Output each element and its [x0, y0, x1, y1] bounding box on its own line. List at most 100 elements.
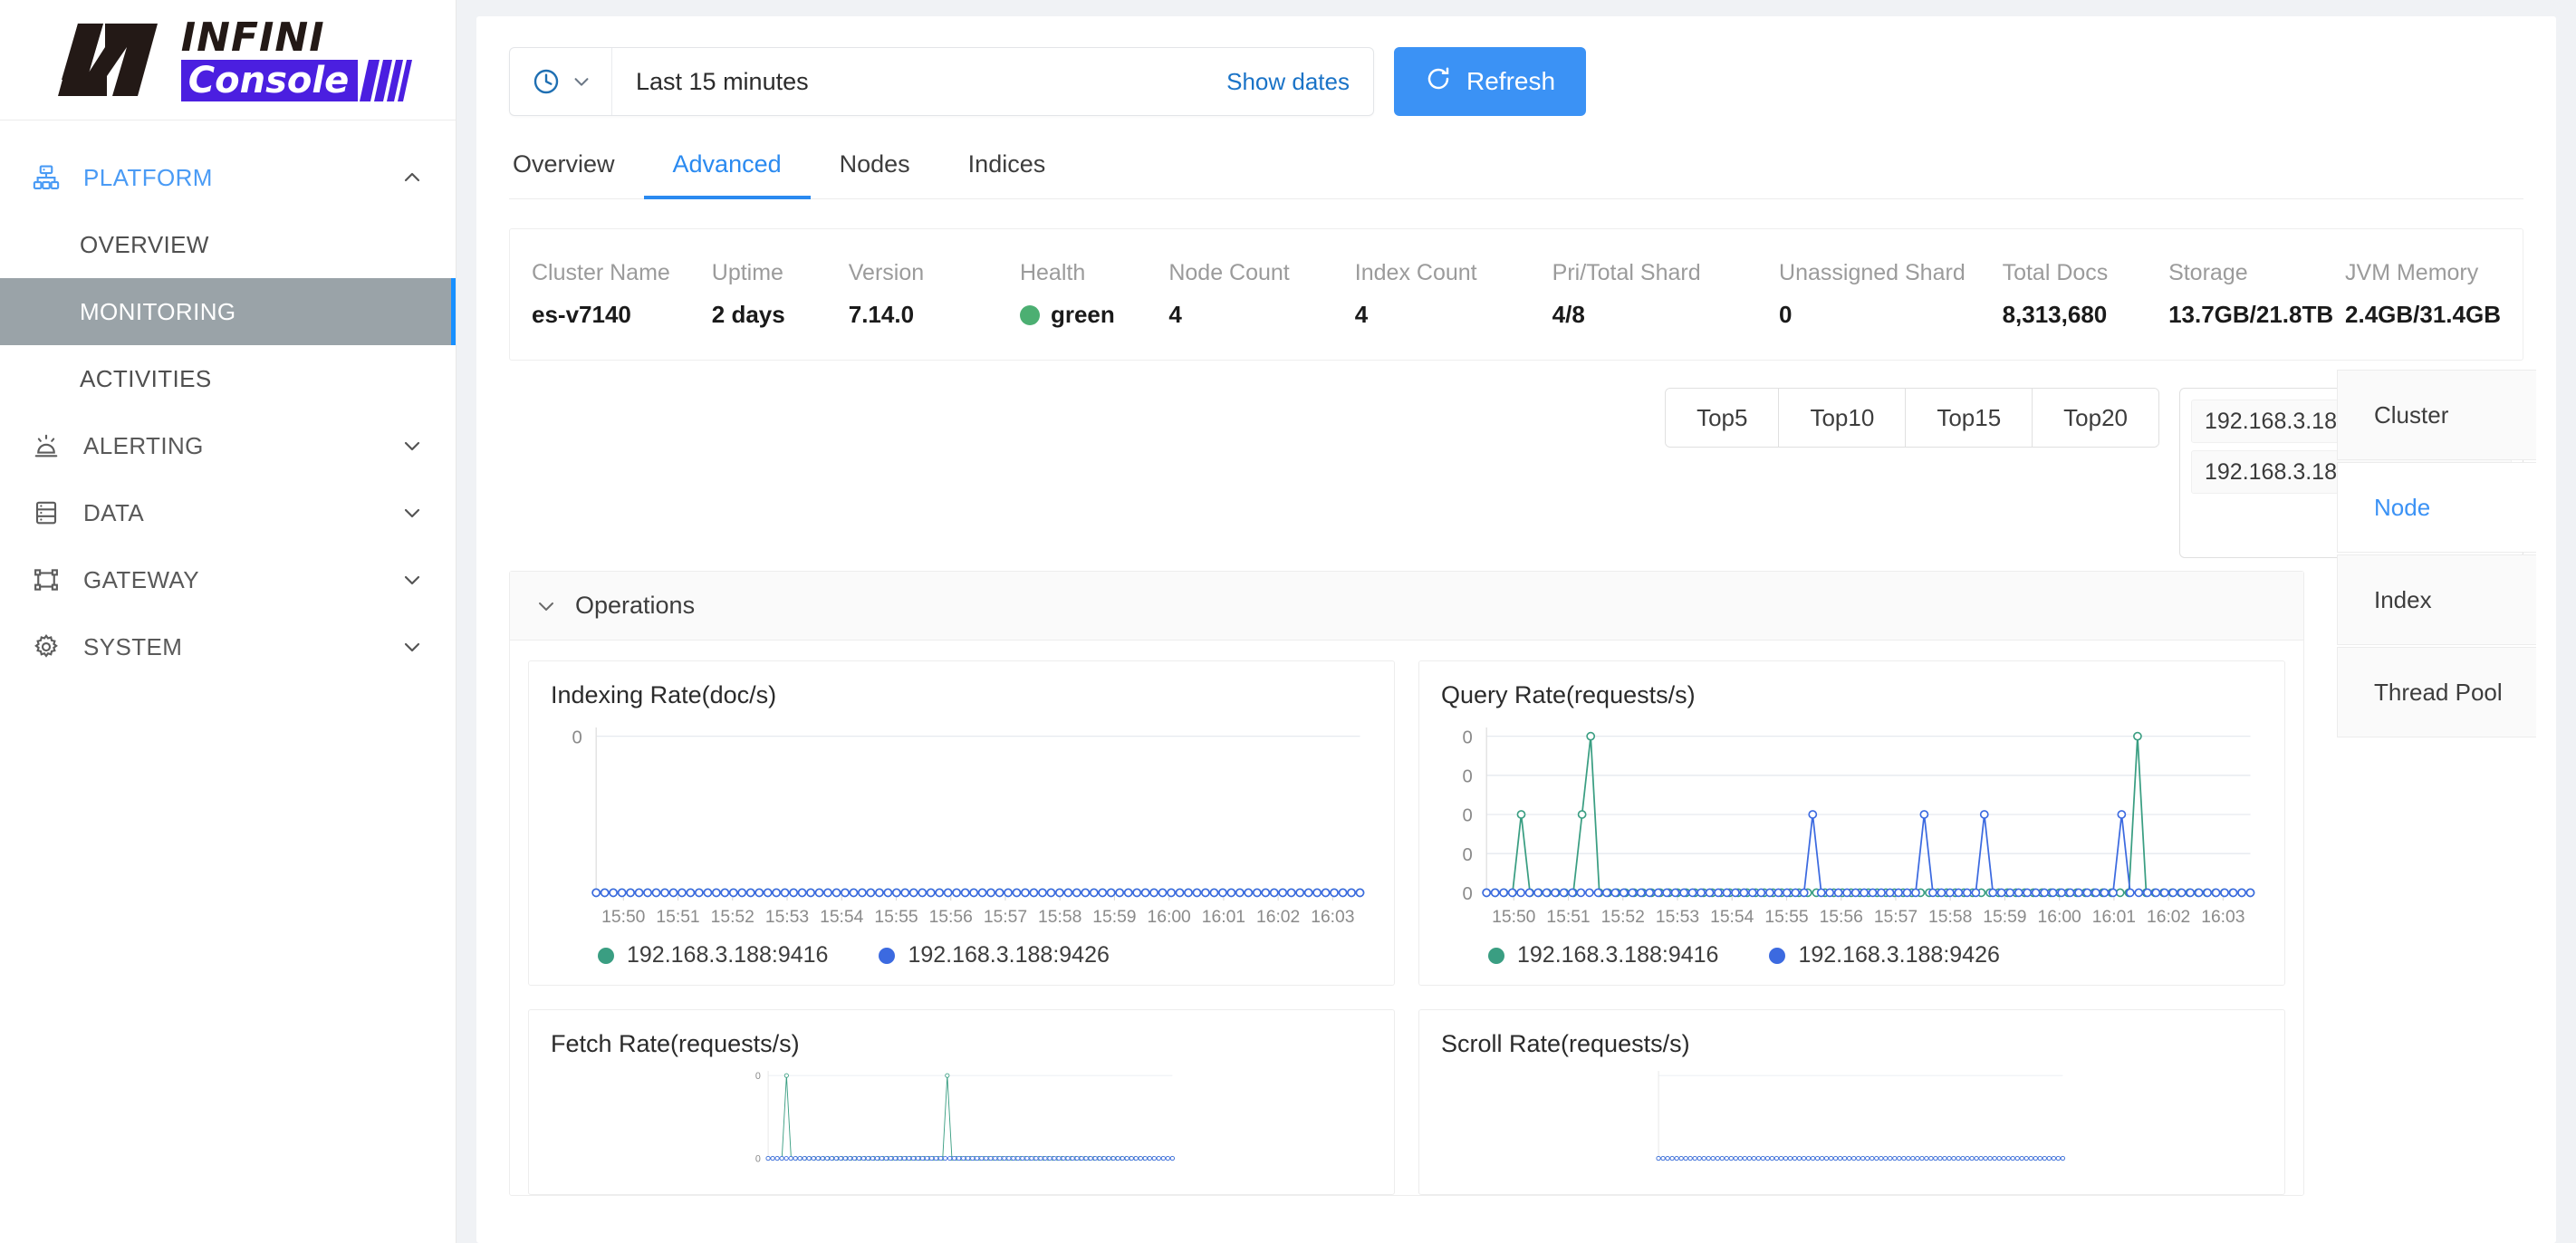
sidebar-group-alerting[interactable]: ALERTING	[0, 412, 456, 479]
sidebar-group-platform[interactable]: PLATFORM	[0, 144, 456, 211]
chart-legend: 192.168.3.188:9416 192.168.3.188:9426	[551, 942, 1372, 968]
topn-option-top15[interactable]: Top15	[1906, 389, 2033, 447]
chart-data-point	[609, 888, 618, 898]
svg-text:15:52: 15:52	[711, 908, 755, 927]
chart-data-point	[2091, 888, 2100, 898]
app-root: INFINI Console PLATFORM OVERVIEW MONITOR…	[0, 0, 2576, 1243]
chart-data-point	[1656, 1155, 1661, 1161]
legend-item[interactable]: 192.168.3.188:9416	[598, 942, 828, 968]
chart-data-point	[1132, 888, 1142, 898]
chart-data-point	[1838, 1155, 1843, 1161]
svg-text:15:56: 15:56	[929, 908, 973, 927]
sidebar-group-gateway[interactable]: GATEWAY	[0, 546, 456, 613]
tab-overview[interactable]: Overview	[509, 150, 644, 198]
topn-option-top20[interactable]: Top20	[2033, 389, 2158, 447]
chart-data-point	[1226, 888, 1236, 898]
chart-data-point	[2065, 888, 2075, 898]
chart-card: Scroll Rate(requests/s)	[1418, 1009, 2285, 1195]
chart-data-point	[1628, 888, 1638, 898]
stat-label: Cluster Name	[532, 260, 670, 285]
status-badge	[1019, 304, 1040, 325]
side-tab-node[interactable]: Node	[2337, 462, 2536, 553]
topn-option-top10[interactable]: Top10	[1779, 389, 1907, 447]
time-range-value[interactable]: Last 15 minutes	[612, 68, 1226, 96]
chevron-down-icon[interactable]	[401, 435, 423, 457]
chart-data-point	[1742, 1155, 1747, 1161]
refresh-button[interactable]: Refresh	[1394, 47, 1587, 116]
tab-label: Advanced	[672, 150, 782, 178]
chart-data-point	[1507, 888, 1517, 898]
chart-series-line	[768, 1075, 1173, 1160]
chart-data-point	[1714, 888, 1723, 898]
show-dates-link[interactable]: Show dates	[1226, 68, 1373, 96]
chart-data-point	[1814, 1155, 1821, 1161]
topn-label: Top20	[2063, 403, 2128, 431]
chart-data-point	[1209, 888, 1219, 898]
refresh-label: Refresh	[1466, 67, 1556, 95]
chart-plot	[1656, 1071, 2065, 1161]
sidebar-group-label: GATEWAY	[83, 565, 199, 593]
tab-nodes[interactable]: Nodes	[811, 150, 939, 198]
svg-text:15:55: 15:55	[1764, 908, 1808, 927]
stat-value: 4	[1168, 301, 1182, 328]
legend-item[interactable]: 192.168.3.188:9426	[1769, 942, 2000, 968]
sidebar-group-system[interactable]: SYSTEM	[0, 613, 456, 680]
chart-data-point	[1149, 888, 1158, 898]
chart-data-point	[1687, 1155, 1693, 1161]
chart-data-point	[1129, 1155, 1134, 1161]
chart-data-point	[1338, 888, 1348, 898]
topn-option-top5[interactable]: Top5	[1666, 389, 1780, 447]
time-range-picker[interactable]: Last 15 minutes Show dates	[509, 47, 1374, 116]
chart-data-point	[1295, 888, 1305, 898]
chevron-down-icon[interactable]	[535, 595, 557, 617]
side-tab-cluster[interactable]: Cluster	[2337, 370, 2536, 460]
legend-item[interactable]: 192.168.3.188:9426	[879, 942, 1110, 968]
chart-data-point	[856, 1155, 861, 1161]
chevron-down-icon[interactable]	[401, 569, 423, 591]
legend-item[interactable]: 192.168.3.188:9416	[1488, 942, 1718, 968]
chart-title: Query Rate(requests/s)	[1441, 681, 1696, 708]
legend-label: 192.168.3.188:9416	[1517, 942, 1719, 968]
brand-logo[interactable]: INFINI Console	[0, 0, 456, 120]
view-tabs: Overview Advanced Nodes Indices	[509, 150, 2523, 199]
operations-panel-header[interactable]: Operations	[510, 572, 2303, 641]
stat-version: Version 7.14.0	[849, 260, 1020, 329]
chart-data-point	[1024, 1155, 1030, 1161]
chevron-down-icon[interactable]	[401, 502, 423, 524]
side-tab-label: Thread Pool	[2374, 678, 2503, 706]
tab-advanced[interactable]: Advanced	[643, 150, 811, 199]
chart-data-point	[2074, 888, 2083, 898]
chevron-down-icon[interactable]	[401, 636, 423, 658]
chevron-up-icon[interactable]	[401, 167, 423, 188]
chart-data-point	[1751, 1155, 1756, 1161]
chart-data-point	[918, 888, 928, 898]
sidebar-item-activities[interactable]: ACTIVITIES	[0, 345, 456, 412]
svg-text:15:50: 15:50	[601, 908, 645, 927]
chart-data-point	[1782, 888, 1792, 898]
chart-data-point	[1748, 888, 1757, 898]
side-tab-index[interactable]: Index	[2337, 554, 2536, 645]
chart-data-point	[1850, 888, 1860, 898]
chart-data-point	[938, 1155, 944, 1161]
chart-data-point	[847, 1155, 852, 1161]
chart-data-point	[2177, 888, 2187, 898]
chart-data-point	[906, 1155, 912, 1161]
brand-line-1: INFINI	[180, 14, 325, 61]
chart-data-point	[1719, 1155, 1725, 1161]
chart-data-point	[866, 888, 876, 898]
stat-label: Unassigned Shard	[1779, 260, 1966, 285]
tab-indices[interactable]: Indices	[939, 150, 1075, 198]
sidebar-item-monitoring[interactable]: MONITORING	[0, 278, 456, 345]
sidebar-item-overview[interactable]: OVERVIEW	[0, 211, 456, 278]
chart-data-point	[1769, 1155, 1774, 1161]
chart-data-point	[2010, 1155, 2015, 1161]
chart-data-point	[1619, 888, 1629, 898]
stat-label: JVM Memory	[2345, 260, 2479, 285]
side-tab-thread-pool[interactable]: Thread Pool	[2337, 647, 2536, 737]
sidebar-group-data[interactable]: DATA	[0, 479, 456, 546]
time-quick-select[interactable]	[510, 48, 612, 115]
chart-data-point	[783, 1155, 789, 1161]
topn-selector: Top5 Top10 Top15 Top20	[1665, 388, 2159, 448]
chart-data-point	[634, 888, 644, 898]
chart-data-point	[1004, 888, 1013, 898]
